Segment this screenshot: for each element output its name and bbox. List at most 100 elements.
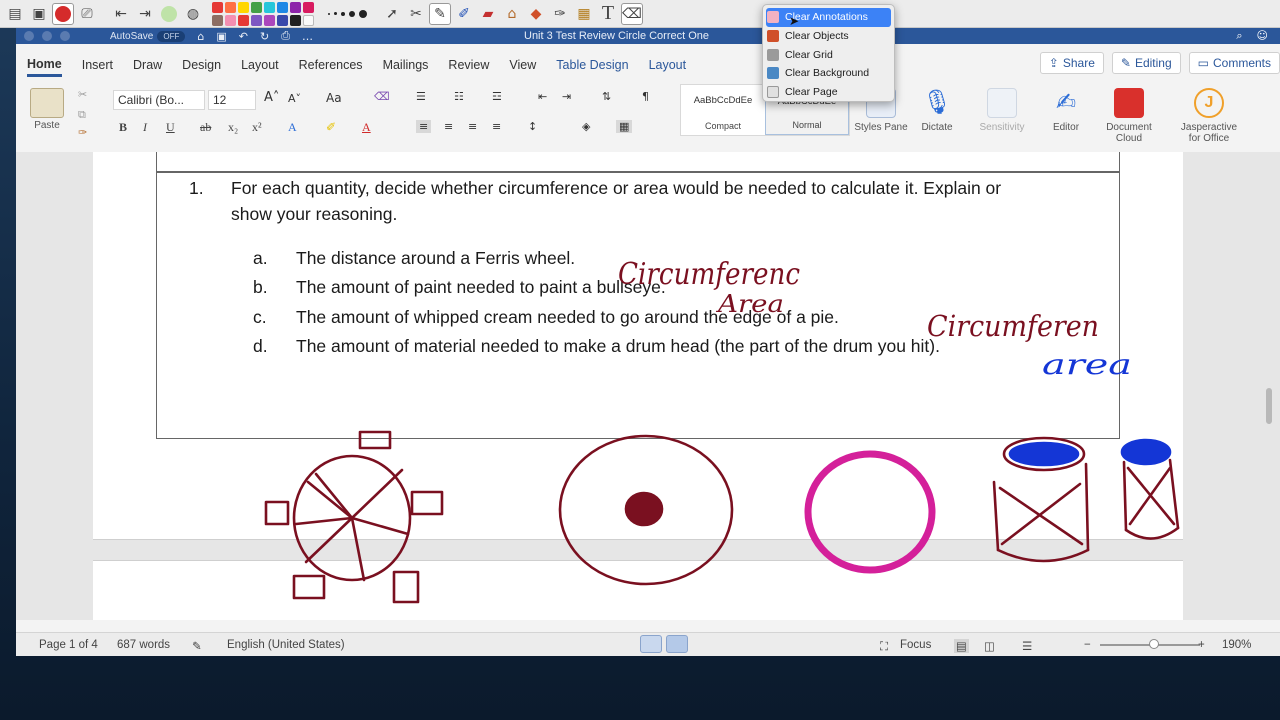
pen-size-3[interactable] [341,11,345,16]
color-swatch-9[interactable] [212,14,223,26]
strikethrough-icon[interactable]: ab [200,120,211,135]
zoom-window-button[interactable] [60,31,70,41]
subscript-icon[interactable]: x₂ [228,120,238,135]
circle-icon[interactable] [158,3,180,25]
font-size-combo[interactable]: 12 [208,90,256,110]
change-case-icon[interactable]: Aa [326,91,342,105]
tab-table-layout[interactable]: Layout [649,51,687,77]
tab-table-design[interactable]: Table Design [556,51,628,77]
focus-button[interactable]: Focus [900,639,931,651]
menu-item-clear-grid[interactable]: Clear Grid [763,45,894,64]
redo-icon[interactable]: ↻ [260,30,269,43]
zoom-in-button[interactable]: + [1198,639,1205,651]
comments-button[interactable]: ▭ Comments [1188,52,1280,74]
text-tool-icon[interactable]: T [597,2,619,25]
editor-button[interactable]: ✍ Editor [1036,88,1096,133]
search-icon[interactable]: ⌕ [1236,29,1242,43]
minimize-window-button[interactable] [42,31,52,41]
tab-design[interactable]: Design [182,51,221,77]
tab-insert[interactable]: Insert [82,51,113,77]
numbering-icon[interactable]: ☷ [454,90,464,103]
web-layout-icon[interactable]: ◫ [984,639,995,653]
zoom-out-button[interactable]: − [1084,639,1091,651]
forward-arrow-icon[interactable]: ⇥ [134,3,156,25]
paste-icon[interactable] [30,88,64,118]
color-swatch-2[interactable] [225,1,236,13]
eraser-icon[interactable]: ▰ [477,3,499,25]
underline-icon[interactable]: U [166,120,175,135]
align-left-icon[interactable]: ≡ [416,120,432,133]
pen-icon[interactable]: ✎ [429,2,451,25]
line-spacing-icon[interactable]: ↕ [528,120,537,133]
copy-icon[interactable]: ⧉ [78,108,86,122]
color-swatch-11[interactable] [238,14,249,26]
tab-references[interactable]: References [299,51,363,77]
vertical-scrollbar[interactable] [1266,388,1272,424]
menu-item-clear-objects[interactable]: Clear Objects [763,27,894,46]
color-swatch-14[interactable] [277,14,288,26]
shrink-font-icon[interactable]: A˅ [288,92,301,105]
clear-icon[interactable]: ⌫ [621,2,643,25]
color-swatch-3[interactable] [238,1,249,13]
cube-icon[interactable]: ◆ [525,3,547,25]
bold-icon[interactable]: B [119,120,127,135]
clear-formatting-icon[interactable]: ⌫ [374,90,390,103]
account-icon[interactable]: ☺ [1257,29,1268,43]
outline-view-icon[interactable]: ☰ [1022,639,1032,653]
keynote-icon[interactable]: ▣ [28,3,50,25]
tools-icon[interactable]: ✂ [405,3,427,25]
back-arrow-icon[interactable]: ⇤ [110,3,132,25]
format-painter-icon[interactable]: ✑ [78,126,87,139]
home-icon[interactable]: ⌂ [197,30,204,43]
globe-icon[interactable]: ◍ [182,3,204,25]
decrease-indent-icon[interactable]: ⇤ [538,90,547,103]
pen-size-2[interactable] [334,12,337,15]
tab-layout[interactable]: Layout [241,51,279,77]
brush-icon[interactable]: ✑ [549,3,571,25]
color-swatch-8[interactable] [303,1,314,13]
menu-item-clear-page[interactable]: Clear Page [763,83,894,102]
highlight-icon[interactable]: ✐ [326,120,336,135]
color-swatch-1[interactable] [212,1,223,13]
sort-icon[interactable]: ⇅ [602,90,611,103]
presentation-icon[interactable]: ⎚ [76,3,98,25]
shape-icon[interactable]: ⌂ [501,3,523,25]
tab-review[interactable]: Review [448,51,489,77]
superscript-icon[interactable]: x² [252,120,262,135]
multilevel-list-icon[interactable]: ☲ [492,90,502,103]
bullets-icon[interactable]: ☰ [416,90,426,103]
pointer-icon[interactable]: ➚ [381,3,403,25]
color-swatch-10[interactable] [225,14,236,26]
paragraph-marks-icon[interactable]: ¶ [642,90,649,103]
align-center-icon[interactable]: ≡ [444,120,453,133]
style-compact[interactable]: AaBbCcDdEe Compact [681,85,765,135]
tab-mailings[interactable]: Mailings [383,51,429,77]
color-swatch-5[interactable] [264,1,275,13]
italic-icon[interactable]: I [143,120,147,135]
word-count[interactable]: 687 words [117,639,170,651]
font-name-combo[interactable]: Calibri (Bo... [113,90,205,110]
grow-font-icon[interactable]: A˄ [264,90,279,105]
share-button[interactable]: ⇪ Share [1039,52,1104,74]
shading-icon[interactable]: ◈ [582,120,590,133]
more-options-icon[interactable]: … [302,30,313,43]
jasperactive-button[interactable]: J Jasperactive for Office [1174,88,1244,144]
print-layout-icon[interactable]: ▤ [954,639,969,653]
page-count[interactable]: Page 1 of 4 [39,639,98,651]
tab-home[interactable]: Home [27,51,62,77]
color-swatch-4[interactable] [251,1,262,13]
view-icon-1[interactable] [640,635,662,653]
text-effects-icon[interactable]: A [288,120,297,135]
align-right-icon[interactable]: ≡ [468,120,477,133]
autosave-toggle[interactable]: OFF [157,30,186,42]
highlighter-icon[interactable]: ✐ [453,3,475,25]
document-cloud-button[interactable]: Document Cloud [1099,88,1159,144]
camera-icon[interactable]: ▦ [573,3,595,25]
sensitivity-button[interactable]: Sensitivity [972,88,1032,133]
pen-size-1[interactable] [328,12,330,15]
sidebar-icon[interactable]: ▤ [4,3,26,25]
paste-button[interactable]: Paste [30,120,64,131]
print-icon[interactable]: ⎙ [281,29,290,43]
color-swatch-13[interactable] [264,14,275,26]
language-label[interactable]: English (United States) [227,639,345,651]
